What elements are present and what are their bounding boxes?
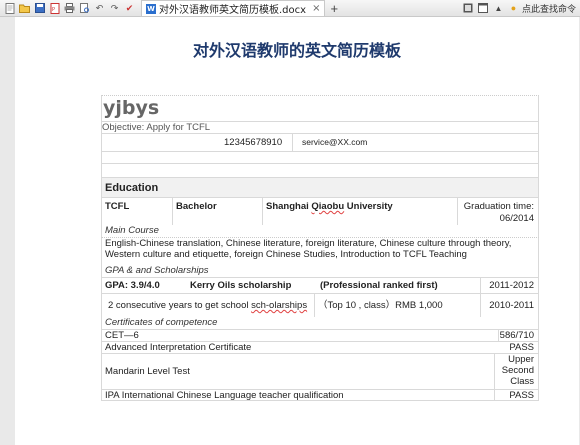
resume-table: yjbys Objective: Apply for TCFL 12345678… [101,95,539,401]
word-doc-icon: W [146,3,156,14]
education-row: TCFL Bachelor Shanghai Qiaobu University… [101,197,539,225]
gpa-section-label: GPA & and Scholarships [101,265,539,277]
cert-row: IPA International Chinese Language teach… [101,389,539,401]
scholarship2-detail: （Top 10 , class）RMB 1,000 [318,300,443,311]
cell-divider [314,294,315,317]
cert-result: PASS [509,390,534,401]
gpa-value: GPA: 3.9/4.0 [105,280,160,291]
document-tab[interactable]: W 对外汉语教师英文简历模板.docx × [141,0,326,16]
print-icon[interactable] [64,3,75,14]
cell-divider [480,278,481,293]
phone-number: 12345678910 [224,137,283,148]
cell-divider [292,134,293,151]
scholarship2-years: 2010-2011 [489,300,534,311]
cert-name: IPA International Chinese Language teach… [105,390,344,401]
scholarship-name: Kerry Oils scholarship [190,280,292,291]
cell-divider [494,354,495,389]
scholarship-row: 2 consecutive years to get school sch-ol… [101,293,539,317]
scholarship2-word: sch-olarships [251,300,308,311]
cert-result: 586/710 [499,330,534,341]
objective-prefix: Objective: Apply for [102,122,187,133]
cert-result-line: Upper [508,354,534,365]
quick-access-toolbar: P ↶ ↷ ✔ W 对外汉语教师英文简历模板.docx × + ▲ ● 点此查找… [0,0,580,17]
resume-name: yjbys [101,95,539,121]
graduation-cell: Graduation time: 06/2014 [464,201,534,225]
cell-divider [172,198,173,225]
document-page[interactable]: 对外汉语教师的英文简历模板 yjbys Objective: Apply for… [15,17,579,445]
svg-text:P: P [52,7,55,13]
document-heading: 对外汉语教师的英文简历模板 [192,41,401,60]
toolbar-right: ▲ ● 点此查找命令 [459,2,580,15]
scholarship-rank: (Professional ranked first) [320,280,438,291]
lightbulb-icon: ● [510,2,517,13]
main-course-text: English-Chinese translation, Chinese lit… [101,237,539,265]
cert-result: Upper Second Class [502,354,534,387]
tab-title: 对外汉语教师英文简历模板.docx [159,5,307,16]
cell-divider [494,390,495,400]
scholarship-years: 2011-2012 [489,280,534,291]
section-education: Education [101,177,539,197]
edu-school: Shanghai Qiaobu University [266,201,393,212]
window-icon[interactable] [478,3,489,14]
close-tab-icon[interactable]: × [312,3,320,14]
objective-row: Objective: Apply for TCFL [101,121,539,133]
edu-degree: Bachelor [176,201,217,212]
scholarship2-prefix: 2 consecutive years to get school [108,300,252,311]
cert-name: CET—6 [105,330,139,341]
save-icon[interactable] [34,3,45,14]
cell-divider [480,294,481,317]
command-search-label[interactable]: 点此查找命令 [522,2,576,15]
undo-icon[interactable]: ↶ [94,3,105,14]
edu-school-prefix: Shanghai [266,201,312,212]
edu-school-suffix: University [344,201,393,212]
email-address: service@XX.com [302,137,368,147]
cert-row: CET—6 586/710 [101,329,539,341]
print-preview-icon[interactable] [79,2,90,14]
cert-row: Mandarin Level Test Upper Second Class [101,353,539,389]
cert-name: Mandarin Level Test [105,366,190,377]
cert-row: Advanced Interpretation Certificate PASS [101,341,539,353]
graduation-label: Graduation time: [463,201,534,212]
contact-row: 12345678910 service@XX.com [101,133,539,151]
scholarship2-text: 2 consecutive years to get school sch-ol… [108,294,307,318]
redo-icon[interactable]: ↷ [109,3,120,14]
objective-target: TCFL [186,122,211,133]
cert-name: Advanced Interpretation Certificate [105,342,252,353]
cert-result-line: Second [501,365,534,376]
cell-divider [457,198,458,225]
blank-row [101,163,539,177]
cert-result-line: Class [510,376,534,387]
word-processor-window: P ↶ ↷ ✔ W 对外汉语教师英文简历模板.docx × + ▲ ● 点此查找… [0,0,580,445]
edu-program: TCFL [105,201,130,212]
check-icon[interactable]: ✔ [124,3,135,14]
cell-divider [262,198,263,225]
panel-icon[interactable] [463,3,474,14]
open-folder-icon[interactable] [19,3,30,14]
edu-school-mid: Qiaobu [311,201,345,212]
new-tab-icon[interactable]: + [330,1,338,16]
export-pdf-icon[interactable]: P [49,2,60,14]
gpa-row: GPA: 3.9/4.0 Kerry Oils scholarship (Pro… [101,277,539,293]
certificates-label: Certificates of competence [101,317,539,329]
cert-result: PASS [509,342,534,353]
new-document-icon[interactable] [4,2,15,14]
blank-row [101,151,539,163]
collapse-up-icon[interactable]: ▲ [493,3,504,14]
main-course-label: Main Course [101,225,539,237]
graduation-date: 06/2014 [499,213,534,224]
